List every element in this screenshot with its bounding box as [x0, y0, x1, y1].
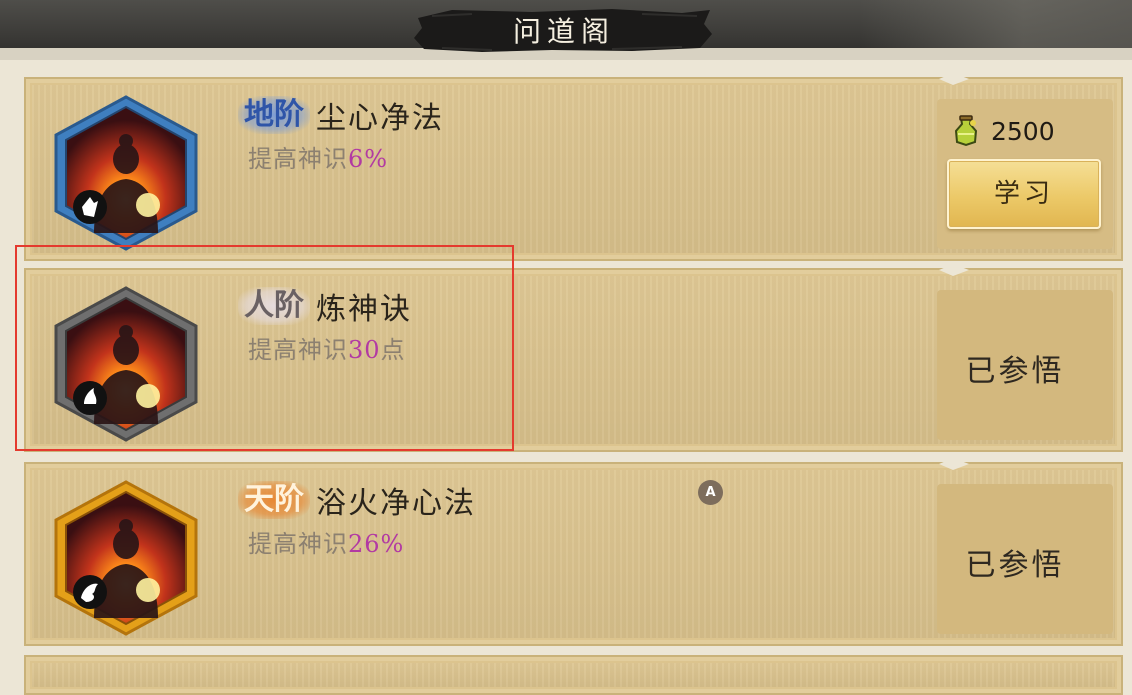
skill-description: 提高神识26%: [248, 524, 404, 559]
skill-name: 尘心净法: [316, 101, 444, 136]
cost-amount: 2500: [991, 116, 1055, 146]
skill-name: 浴火净心法: [316, 486, 476, 521]
desc-value: 26%: [348, 530, 405, 558]
skill-title: 地阶 尘心净法: [238, 95, 444, 136]
skill-emblem[interactable]: [50, 93, 202, 251]
skill-card-partial: [24, 655, 1123, 695]
skill-emblem[interactable]: [50, 478, 202, 636]
desc-prefix: 提高神识: [248, 530, 348, 558]
learned-status: 已参悟: [965, 354, 1065, 389]
header-scenery: [860, 0, 1132, 50]
learned-status: 已参悟: [965, 548, 1065, 583]
page-title: 问道阁: [512, 15, 615, 48]
skill-title: 天阶 浴火净心法: [238, 480, 476, 521]
skill-description: 提高神识6%: [248, 139, 388, 174]
top-bar: 问道阁: [0, 0, 1132, 60]
marker-badge: A: [698, 480, 723, 505]
card-notch: [939, 264, 969, 276]
card-notch: [939, 73, 969, 85]
learn-cost: 2500: [949, 111, 1099, 151]
grade-badge: 地阶: [238, 96, 310, 134]
card-notch: [939, 458, 969, 470]
grade-badge: 天阶: [238, 481, 310, 519]
spirit-potion-icon: [954, 115, 978, 147]
title-plate: 问道阁: [412, 4, 716, 56]
desc-value: 6%: [348, 145, 389, 173]
learn-button[interactable]: 学习: [947, 159, 1101, 229]
skill-card-earth: 地阶 尘心净法 提高神识6% 2500 学习: [24, 73, 1123, 261]
desc-prefix: 提高神识: [248, 145, 348, 173]
skill-card-heaven: 天阶 浴火净心法 提高神识26% 已参悟: [24, 458, 1123, 646]
selection-highlight: [15, 245, 514, 451]
